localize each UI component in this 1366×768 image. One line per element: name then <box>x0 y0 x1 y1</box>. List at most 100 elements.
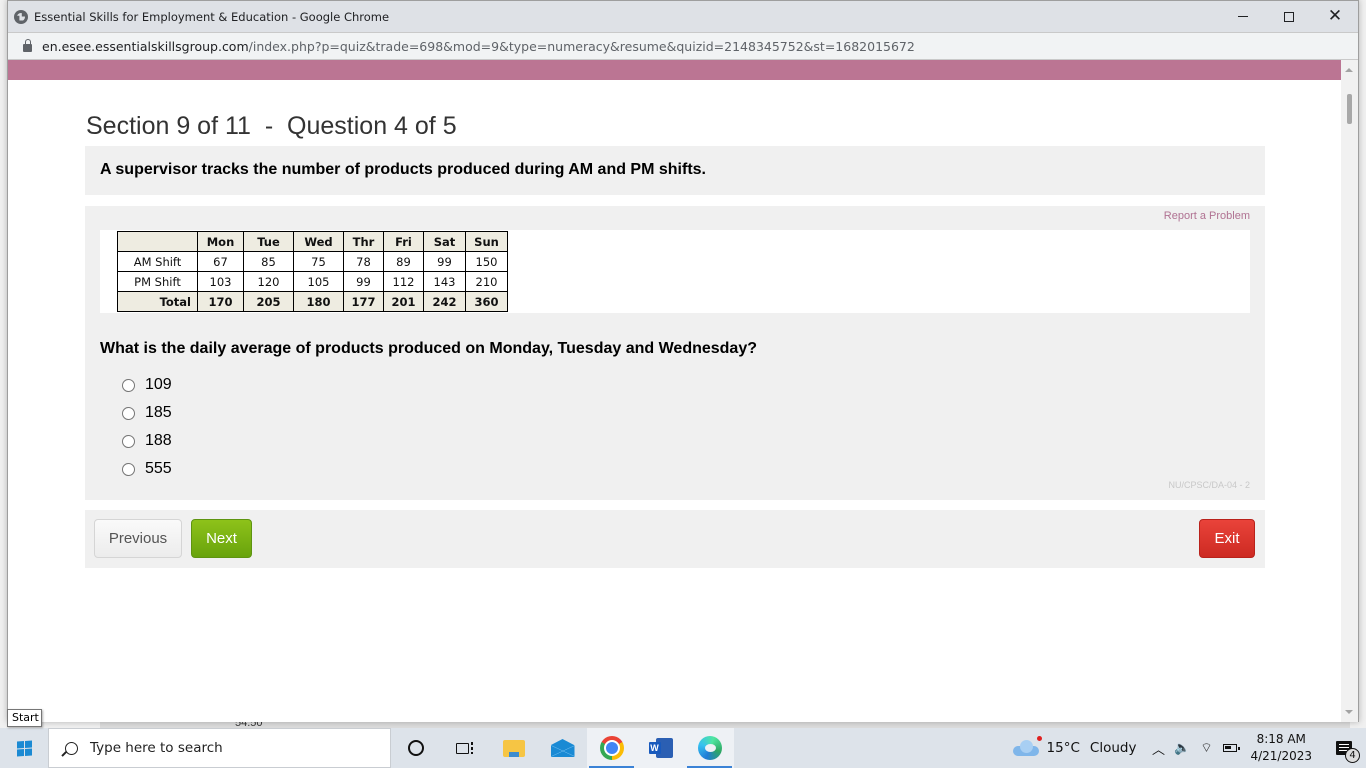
table-header-row: Mon Tue Wed Thr Fri Sat Sun <box>117 231 508 252</box>
radio-button[interactable] <box>122 378 135 392</box>
table-cell: 242 <box>423 291 466 312</box>
question-code: NU/CPSC/DA-04 - 2 <box>1168 480 1250 490</box>
option-label: 188 <box>145 432 172 449</box>
scroll-up-arrow-icon[interactable] <box>1345 68 1353 72</box>
table-corner-cell <box>117 231 198 252</box>
weather-condition[interactable]: Cloudy <box>1090 740 1137 756</box>
column-header: Mon <box>197 231 244 252</box>
minimize-icon <box>1238 16 1248 17</box>
url-path: /index.php?p=quiz&trade=698&mod=9&type=n… <box>248 38 915 54</box>
windows-logo-icon <box>16 739 32 757</box>
minimize-button[interactable] <box>1220 1 1266 32</box>
weather-icon[interactable] <box>1012 736 1042 756</box>
previous-button[interactable]: Previous <box>94 519 182 558</box>
battery-button[interactable] <box>1218 728 1242 768</box>
weather-temperature[interactable]: 15°C <box>1047 740 1080 756</box>
answer-option[interactable]: 188 <box>122 427 172 455</box>
show-hidden-icons-chevron-icon[interactable]: ︿ <box>1146 728 1170 768</box>
table-cell: 99 <box>423 251 466 272</box>
word-button[interactable]: W <box>636 728 685 768</box>
file-explorer-button[interactable] <box>489 728 538 768</box>
table-cell: 205 <box>243 291 294 312</box>
volume-icon[interactable]: 🔈 <box>1170 728 1194 768</box>
task-view-button[interactable] <box>440 728 489 768</box>
option-label: 555 <box>145 460 172 477</box>
column-header: Sun <box>465 231 508 252</box>
maximize-icon <box>1284 11 1294 22</box>
system-tray: 15°C Cloudy ︿ 🔈 ⌔ 8:18 AM 4/21/2023 4 <box>1012 728 1366 768</box>
next-button[interactable]: Next <box>191 519 252 558</box>
radio-button[interactable] <box>122 434 135 448</box>
column-header: Tue <box>243 231 294 252</box>
start-button[interactable] <box>0 728 48 768</box>
file-explorer-icon <box>502 739 525 757</box>
search-placeholder: Type here to search <box>90 740 223 756</box>
table-row-pm-shift: PM Shift 103 120 105 99 112 143 210 <box>117 271 508 292</box>
clock-time: 8:18 AM <box>1256 732 1306 746</box>
question-text: What is the daily average of products pr… <box>100 340 757 357</box>
notifications-button[interactable]: 4 <box>1322 728 1366 768</box>
clock-date: 4/21/2023 <box>1250 749 1312 763</box>
column-header: Sat <box>423 231 466 252</box>
battery-icon <box>1223 744 1240 752</box>
browser-window: Essential Skills for Employment & Educat… <box>7 0 1359 722</box>
window-title: Essential Skills for Employment & Educat… <box>34 9 390 24</box>
chrome-button[interactable] <box>587 728 636 768</box>
answer-options: 109 185 188 555 <box>122 371 172 483</box>
table-cell: 105 <box>293 271 344 292</box>
url-text[interactable]: en.esee.essentialskillsgroup.com/index.p… <box>42 39 915 54</box>
production-table: Mon Tue Wed Thr Fri Sat Sun AM Shift 67 … <box>117 231 508 312</box>
option-label: 109 <box>145 376 172 393</box>
table-row-total: Total 170 205 180 177 201 242 360 <box>117 291 508 312</box>
option-label: 185 <box>145 404 172 421</box>
address-bar[interactable]: en.esee.essentialskillsgroup.com/index.p… <box>8 32 1358 60</box>
vertical-scrollbar[interactable] <box>1341 60 1358 722</box>
page-viewport: Section 9 of 11 - Question 4 of 5 A supe… <box>8 60 1342 722</box>
url-host: en.esee.essentialskillsgroup.com <box>42 38 249 54</box>
weather-alert-dot <box>1036 736 1042 741</box>
row-label: Total <box>117 291 198 312</box>
table-cell: 201 <box>383 291 424 312</box>
navigation-panel: Previous Next Exit <box>85 510 1265 568</box>
table-row-am-shift: AM Shift 67 85 75 78 89 99 150 <box>117 251 508 272</box>
intro-text: A supervisor tracks the number of produc… <box>100 161 706 178</box>
taskbar: Type here to search W 15°C Cloudy ︿ 🔈 ⌔ … <box>0 728 1366 768</box>
exit-button[interactable]: Exit <box>1199 519 1255 558</box>
radio-button[interactable] <box>122 462 135 476</box>
scroll-down-arrow-icon[interactable] <box>1345 710 1353 714</box>
task-view-icon <box>456 741 473 755</box>
table-cell: 360 <box>465 291 508 312</box>
table-cell: 103 <box>197 271 244 292</box>
answer-option[interactable]: 555 <box>122 455 172 483</box>
lock-icon <box>23 39 32 52</box>
table-cell: 89 <box>383 251 424 272</box>
radio-button[interactable] <box>122 406 135 420</box>
answer-option[interactable]: 185 <box>122 399 172 427</box>
maximize-button[interactable] <box>1266 1 1312 32</box>
edge-icon <box>697 736 722 760</box>
table-cell: 170 <box>197 291 244 312</box>
globe-icon <box>14 9 28 24</box>
column-header: Wed <box>293 231 344 252</box>
word-icon: W <box>648 738 673 758</box>
table-cell: 85 <box>243 251 294 272</box>
question-panel: Report a Problem Mon Tue Wed Thr Fri Sat… <box>85 206 1265 500</box>
notification-count: 4 <box>1345 748 1360 763</box>
edge-button[interactable] <box>685 728 734 768</box>
column-header: Thr <box>343 231 384 252</box>
column-header: Fri <box>383 231 424 252</box>
page-title: Section 9 of 11 - Question 4 of 5 <box>86 112 457 140</box>
clock[interactable]: 8:18 AM 4/21/2023 <box>1250 731 1312 765</box>
cortana-button[interactable] <box>391 728 440 768</box>
mail-button[interactable] <box>538 728 587 768</box>
search-icon <box>65 741 78 755</box>
taskbar-search[interactable]: Type here to search <box>48 728 391 768</box>
wifi-icon[interactable]: ⌔ <box>1194 728 1218 768</box>
title-bar: Essential Skills for Employment & Educat… <box>8 1 1358 32</box>
report-problem-link[interactable]: Report a Problem <box>1164 210 1250 222</box>
scrollbar-thumb[interactable] <box>1347 94 1352 124</box>
answer-option[interactable]: 109 <box>122 371 172 399</box>
table-cell: 75 <box>293 251 344 272</box>
close-button[interactable]: ✕ <box>1312 1 1358 32</box>
table-cell: 78 <box>343 251 384 272</box>
